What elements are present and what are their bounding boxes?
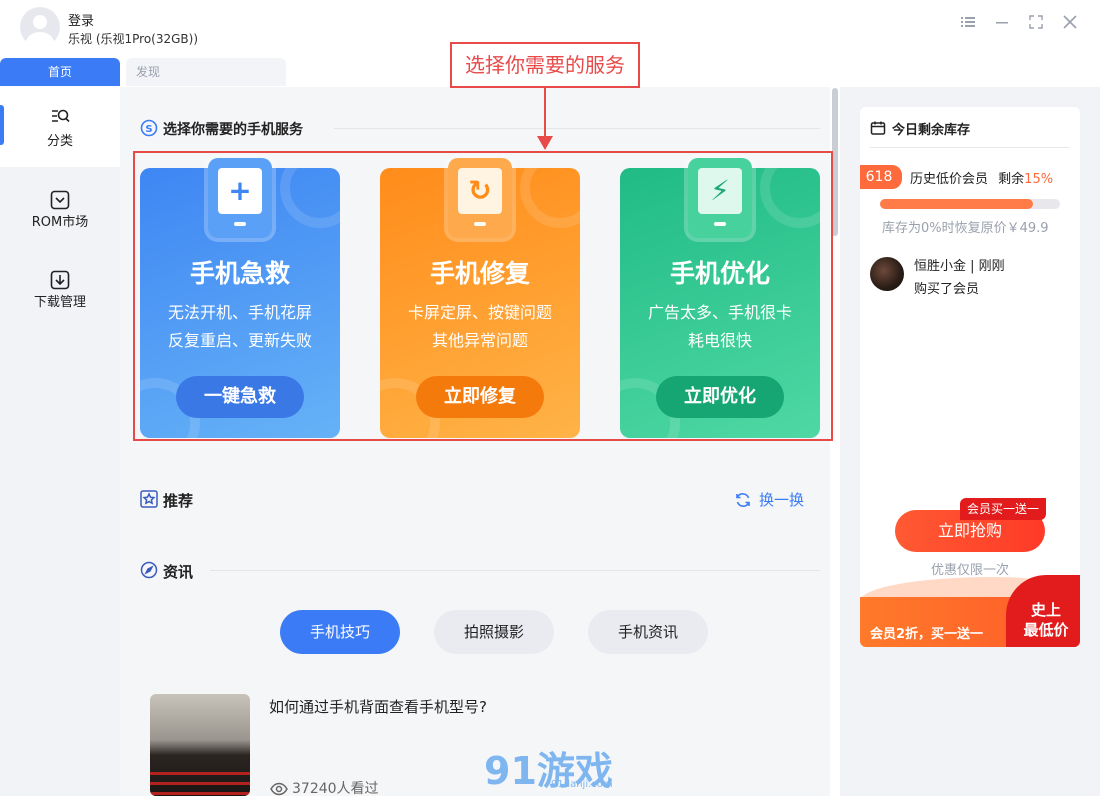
- thumbnail-stripe: [150, 782, 250, 785]
- restore-note: 库存为0%时恢复原价￥49.9: [882, 221, 1049, 236]
- divider: [870, 147, 1070, 148]
- service-icon: S: [140, 119, 158, 137]
- news-views: 37240人看过: [270, 778, 379, 796]
- menu-icon[interactable]: [958, 14, 978, 34]
- svg-text:S: S: [145, 124, 152, 135]
- news-title: 资讯: [163, 563, 194, 581]
- buyer-avatar: [870, 257, 904, 291]
- login-link[interactable]: 登录: [68, 10, 94, 29]
- annotation-arrow-head: [537, 136, 553, 150]
- tab-photography[interactable]: 拍照摄影: [434, 610, 554, 654]
- tab-discover[interactable]: 发现: [126, 58, 286, 86]
- avatar[interactable]: [20, 7, 60, 47]
- promo-tag: 会员买一送一: [960, 498, 1046, 520]
- banner-text: 会员2折，买一送一: [870, 627, 984, 642]
- buyer-name: 恒胜小金 | 刚刚: [914, 259, 1005, 274]
- thumbnail-stripe: [150, 772, 250, 775]
- news-item-title[interactable]: 如何通过手机背面查看手机型号?: [269, 696, 487, 717]
- sidebar-item-label: 下载管理: [33, 295, 86, 310]
- views-count: 37240人看过: [292, 781, 379, 796]
- recommend-title: 推荐: [163, 492, 194, 510]
- annotation-label: 选择你需要的服务: [450, 42, 640, 88]
- lowest-price-badge: 史上 最低价: [1006, 575, 1080, 647]
- sidebar-item-download[interactable]: 下载管理: [0, 262, 120, 342]
- badge-618: 618: [860, 165, 902, 189]
- device-label: 乐视 (乐视1Pro(32GB)): [68, 32, 199, 46]
- close-icon[interactable]: [1060, 14, 1080, 34]
- thumbnail-stripe: [150, 792, 250, 795]
- lowest-price-line1: 史上: [1030, 601, 1061, 619]
- sidebar-item-label: ROM市场: [31, 215, 89, 230]
- maximize-icon[interactable]: [1026, 14, 1046, 34]
- vip-label: 历史低价会员: [910, 172, 989, 187]
- refresh-icon: [735, 492, 751, 512]
- compass-icon: [140, 561, 158, 579]
- vip-stock-text: 历史低价会员 剩余15%: [910, 168, 1053, 187]
- category-icon: [50, 107, 70, 127]
- inventory-icon: [870, 120, 886, 136]
- sidebar: 分类 ROM市场 下载管理: [0, 87, 120, 796]
- rom-market-icon: [50, 190, 70, 210]
- lowest-price-line2: 最低价: [1023, 621, 1069, 639]
- tab-home[interactable]: 首页: [0, 58, 120, 86]
- services-title: 选择你需要的手机服务: [163, 122, 303, 138]
- sidebar-item-label: 分类: [46, 134, 73, 149]
- minimize-icon[interactable]: [992, 14, 1012, 34]
- stock-progress-bar: [880, 199, 1060, 209]
- tab-phone-news[interactable]: 手机资讯: [588, 610, 708, 654]
- stock-title: 今日剩余库存: [892, 123, 971, 138]
- refresh-label: 换一换: [759, 491, 805, 509]
- star-icon: [140, 490, 158, 508]
- download-icon: [50, 270, 70, 290]
- remain-label: 剩余: [998, 172, 1025, 187]
- tab-phone-tips[interactable]: 手机技巧: [280, 610, 400, 654]
- news-thumbnail[interactable]: [150, 694, 250, 796]
- avatar-head-shape: [33, 15, 47, 29]
- refresh-button[interactable]: 换一换: [735, 489, 804, 512]
- divider: [210, 570, 820, 571]
- sidebar-item-rom-market[interactable]: ROM市场: [0, 182, 120, 262]
- divider: [334, 128, 820, 129]
- annotation-arrow: [544, 88, 546, 140]
- sidebar-item-category[interactable]: 分类: [0, 87, 120, 167]
- avatar-body-shape: [26, 32, 54, 47]
- watermark-url: 91danji.com: [551, 779, 613, 790]
- remain-percent: 15%: [1024, 172, 1054, 187]
- stock-progress-fill: [880, 199, 1033, 209]
- buyer-action: 购买了会员: [914, 282, 980, 297]
- stock-card: 今日剩余库存 618 历史低价会员 剩余15% 库存为0%时恢复原价￥49.9 …: [860, 107, 1080, 647]
- annotation-box: [133, 151, 833, 441]
- eye-icon: [270, 782, 288, 796]
